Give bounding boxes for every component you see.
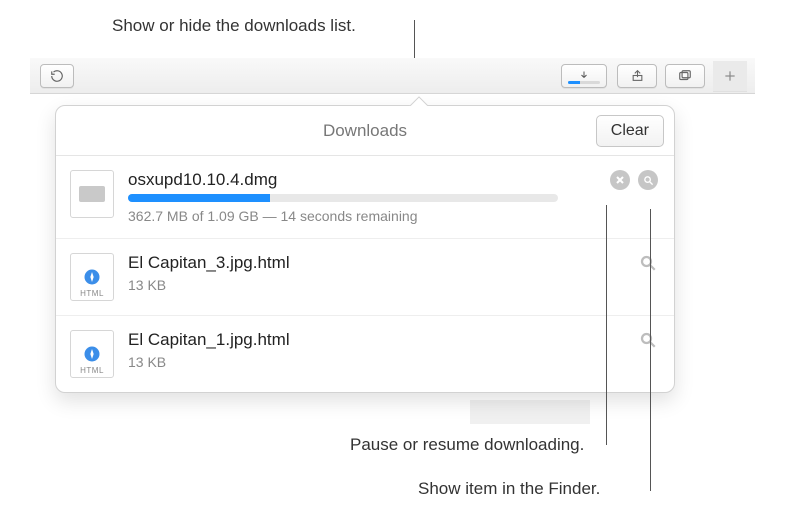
download-info: osxupd10.10.4.dmg 362.7 MB of 1.09 GB — … <box>128 170 656 224</box>
download-item: HTML El Capitan_3.jpg.html 13 KB <box>56 239 674 316</box>
callout-toggle-downloads: Show or hide the downloads list. <box>112 16 356 36</box>
safari-compass-icon <box>82 267 102 287</box>
download-status: 13 KB <box>128 277 656 293</box>
new-tab-button[interactable] <box>713 61 747 91</box>
show-tabs-button[interactable] <box>665 64 705 88</box>
background-block <box>470 400 590 424</box>
download-info: El Capitan_1.jpg.html 13 KB <box>128 330 656 370</box>
downloads-popover: Downloads Clear osxupd10.10.4.dmg 362.7 … <box>55 105 675 393</box>
file-icon-dmg <box>70 170 114 218</box>
plus-icon <box>723 69 737 83</box>
download-status: 13 KB <box>128 354 656 370</box>
reveal-in-finder-button[interactable] <box>638 330 658 350</box>
magnifier-icon <box>643 175 654 186</box>
callout-reveal-finder: Show item in the Finder. <box>418 479 600 499</box>
magnifier-icon <box>639 331 657 349</box>
clear-button-label: Clear <box>611 122 649 140</box>
file-type-badge: HTML <box>71 366 113 375</box>
tabs-icon <box>677 69 693 83</box>
popover-header: Downloads Clear <box>56 106 674 156</box>
file-icon-html: HTML <box>70 330 114 378</box>
download-filename: osxupd10.10.4.dmg <box>128 170 656 190</box>
file-type-badge: HTML <box>71 289 113 298</box>
reload-button[interactable] <box>40 64 74 88</box>
reload-icon <box>50 69 64 83</box>
callout-text: Show or hide the downloads list. <box>112 16 356 36</box>
reveal-in-finder-button[interactable] <box>638 253 658 273</box>
callout-text: Show item in the Finder. <box>418 479 600 499</box>
download-filename: El Capitan_3.jpg.html <box>128 253 656 273</box>
download-info: El Capitan_3.jpg.html 13 KB <box>128 253 656 293</box>
callout-leader-line <box>606 205 607 445</box>
reveal-in-finder-button[interactable] <box>638 170 658 190</box>
clear-button[interactable]: Clear <box>596 115 664 147</box>
magnifier-icon <box>639 254 657 272</box>
share-icon <box>631 68 644 83</box>
downloads-mini-progress <box>568 81 600 84</box>
download-progress-fill <box>128 194 270 202</box>
callout-text: Pause or resume downloading. <box>350 435 584 455</box>
popover-arrow <box>408 96 428 106</box>
downloads-button[interactable] <box>561 64 607 88</box>
pause-download-button[interactable] <box>610 170 630 190</box>
download-filename: El Capitan_1.jpg.html <box>128 330 656 350</box>
file-icon-html: HTML <box>70 253 114 301</box>
download-item: osxupd10.10.4.dmg 362.7 MB of 1.09 GB — … <box>56 156 674 239</box>
download-status: 362.7 MB of 1.09 GB — 14 seconds remaini… <box>128 208 656 224</box>
callout-pause-resume: Pause or resume downloading. <box>350 435 584 455</box>
callout-leader-line <box>650 209 651 491</box>
safari-compass-icon <box>82 344 102 364</box>
share-button[interactable] <box>617 64 657 88</box>
download-item: HTML El Capitan_1.jpg.html 13 KB <box>56 316 674 392</box>
close-x-icon <box>615 175 625 185</box>
download-progress-bar <box>128 194 558 202</box>
browser-toolbar <box>30 58 755 94</box>
callout-leader-line <box>414 20 415 60</box>
popover-title: Downloads <box>323 121 407 141</box>
